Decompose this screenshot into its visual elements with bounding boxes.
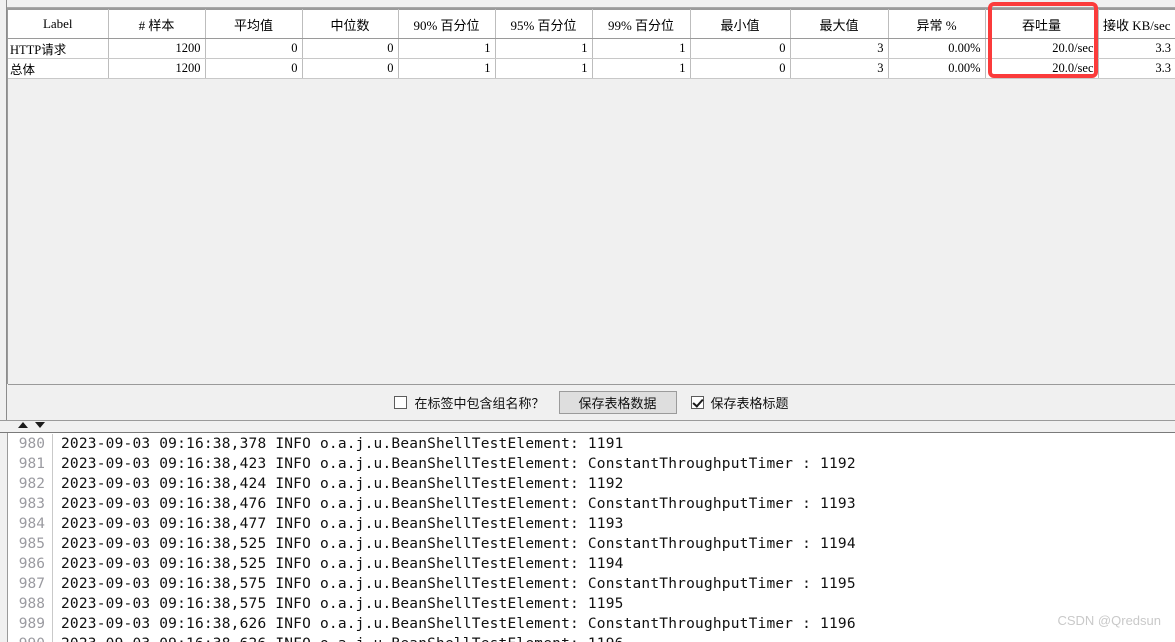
- cell-median: 0: [302, 58, 399, 79]
- column-header-average[interactable]: 平均值: [205, 9, 303, 39]
- cell-p99: 1: [592, 58, 691, 79]
- log-line-number: 984: [9, 514, 53, 534]
- watermark: CSDN @Qredsun: [1057, 613, 1161, 628]
- log-line: 985 2023-09-03 09:16:38,525 INFO o.a.j.u…: [9, 534, 1175, 554]
- triangle-up-icon[interactable]: [18, 422, 28, 428]
- column-header-max[interactable]: 最大值: [790, 9, 889, 39]
- log-line: 987 2023-09-03 09:16:38,575 INFO o.a.j.u…: [9, 574, 1175, 594]
- save-table-header-checkbox[interactable]: [690, 396, 704, 409]
- log-lines-container: 980 2023-09-03 09:16:38,378 INFO o.a.j.u…: [9, 433, 1175, 642]
- save-table-header-label: 保存表格标题: [710, 396, 789, 411]
- log-line-number: 988: [9, 594, 53, 614]
- table-header-row: Label # 样本 平均值 中位数 90% 百分位 95% 百分位 99% 百…: [8, 9, 1175, 39]
- column-header-error-pct[interactable]: 异常 %: [888, 9, 986, 39]
- log-line: 982 2023-09-03 09:16:38,424 INFO o.a.j.u…: [9, 474, 1175, 494]
- cell-p99: 1: [592, 38, 691, 59]
- window-left-edge: [0, 0, 7, 420]
- log-line-text: 2023-09-03 09:16:38,626 INFO o.a.j.u.Bea…: [61, 616, 856, 632]
- log-line: 989 2023-09-03 09:16:38,626 INFO o.a.j.u…: [9, 614, 1175, 634]
- log-line: 990 2023-09-03 09:16:38,626 INFO o.a.j.u…: [9, 634, 1175, 642]
- log-line: 984 2023-09-03 09:16:38,477 INFO o.a.j.u…: [9, 514, 1175, 534]
- log-line: 983 2023-09-03 09:16:38,476 INFO o.a.j.u…: [9, 494, 1175, 514]
- cell-p90: 1: [398, 58, 496, 79]
- splitter-handles: [18, 422, 45, 428]
- log-line-text: 2023-09-03 09:16:38,378 INFO o.a.j.u.Bea…: [61, 436, 624, 452]
- table-row[interactable]: HTTP请求 1200 0 0 1 1 1 0 3 0.00% 20.0/sec…: [8, 38, 1175, 59]
- table-row[interactable]: 总体 1200 0 0 1 1 1 0 3 0.00% 20.0/sec 3.3: [8, 58, 1175, 79]
- column-header-samples[interactable]: # 样本: [108, 9, 206, 39]
- log-line: 986 2023-09-03 09:16:38,525 INFO o.a.j.u…: [9, 554, 1175, 574]
- cell-label: HTTP请求: [8, 38, 109, 59]
- cell-samples: 1200: [108, 58, 206, 79]
- log-line-number: 985: [9, 534, 53, 554]
- include-group-name-checkbox[interactable]: [394, 396, 408, 409]
- log-line-number: 982: [9, 474, 53, 494]
- log-line-text: 2023-09-03 09:16:38,477 INFO o.a.j.u.Bea…: [61, 516, 624, 532]
- cell-throughput: 20.0/sec: [985, 58, 1099, 79]
- cell-samples: 1200: [108, 38, 206, 59]
- cell-p95: 1: [495, 38, 593, 59]
- cell-label: 总体: [8, 58, 109, 79]
- log-line-text: 2023-09-03 09:16:38,525 INFO o.a.j.u.Bea…: [61, 536, 856, 552]
- log-line-number: 980: [9, 434, 53, 454]
- log-line-number: 986: [9, 554, 53, 574]
- table-control-bar: 在标签中包含组名称？ 保存表格数据 保存表格标题: [8, 384, 1175, 420]
- cell-received-kb: 3.3: [1098, 38, 1175, 59]
- cell-max: 3: [790, 38, 889, 59]
- panel-splitter[interactable]: [0, 420, 1175, 433]
- log-line: 981 2023-09-03 09:16:38,423 INFO o.a.j.u…: [9, 454, 1175, 474]
- cell-p95: 1: [495, 58, 593, 79]
- log-line-text: 2023-09-03 09:16:38,575 INFO o.a.j.u.Bea…: [61, 576, 856, 592]
- cell-received-kb: 3.3: [1098, 58, 1175, 79]
- log-viewer[interactable]: 980 2023-09-03 09:16:38,378 INFO o.a.j.u…: [0, 433, 1175, 642]
- log-panel-left-edge: [0, 433, 8, 642]
- log-line-text: 2023-09-03 09:16:38,476 INFO o.a.j.u.Bea…: [61, 496, 856, 512]
- log-line: 988 2023-09-03 09:16:38,575 INFO o.a.j.u…: [9, 594, 1175, 614]
- log-line-number: 989: [9, 614, 53, 634]
- column-header-p90[interactable]: 90% 百分位: [398, 9, 496, 39]
- cell-throughput: 20.0/sec: [985, 38, 1099, 59]
- log-line-number: 981: [9, 454, 53, 474]
- column-header-median[interactable]: 中位数: [302, 9, 399, 39]
- column-header-p95[interactable]: 95% 百分位: [495, 9, 593, 39]
- cell-average: 0: [205, 58, 303, 79]
- cell-error-pct: 0.00%: [888, 38, 986, 59]
- app-root: Label # 样本 平均值 中位数 90% 百分位 95% 百分位 99% 百…: [0, 0, 1175, 642]
- log-line-number: 990: [9, 634, 53, 642]
- window-top-strip: [0, 0, 1175, 8]
- log-line-text: 2023-09-03 09:16:38,423 INFO o.a.j.u.Bea…: [61, 456, 856, 472]
- column-header-throughput[interactable]: 吞吐量: [985, 9, 1099, 39]
- column-header-received-kb[interactable]: 接收 KB/sec: [1098, 9, 1175, 39]
- save-table-data-button[interactable]: 保存表格数据: [558, 391, 677, 414]
- column-header-min[interactable]: 最小值: [690, 9, 791, 39]
- summary-report-table-container[interactable]: Label # 样本 平均值 中位数 90% 百分位 95% 百分位 99% 百…: [8, 9, 1175, 383]
- cell-error-pct: 0.00%: [888, 58, 986, 79]
- include-group-name-checkbox-row[interactable]: 在标签中包含组名称？: [394, 393, 545, 412]
- column-header-label[interactable]: Label: [8, 9, 109, 39]
- cell-min: 0: [690, 58, 791, 79]
- log-line-number: 983: [9, 494, 53, 514]
- column-header-p99[interactable]: 99% 百分位: [592, 9, 691, 39]
- cell-median: 0: [302, 38, 399, 59]
- log-line-number: 987: [9, 574, 53, 594]
- log-line-text: 2023-09-03 09:16:38,525 INFO o.a.j.u.Bea…: [61, 556, 624, 572]
- cell-average: 0: [205, 38, 303, 59]
- save-table-header-checkbox-row[interactable]: 保存表格标题: [690, 393, 789, 412]
- summary-report-table: Label # 样本 平均值 中位数 90% 百分位 95% 百分位 99% 百…: [8, 9, 1175, 79]
- log-line: 980 2023-09-03 09:16:38,378 INFO o.a.j.u…: [9, 434, 1175, 454]
- cell-min: 0: [690, 38, 791, 59]
- cell-max: 3: [790, 58, 889, 79]
- log-line-text: 2023-09-03 09:16:38,626 INFO o.a.j.u.Bea…: [53, 634, 624, 642]
- triangle-down-icon[interactable]: [35, 422, 45, 428]
- cell-p90: 1: [398, 38, 496, 59]
- include-group-name-label: 在标签中包含组名称？: [414, 396, 545, 411]
- log-line-text: 2023-09-03 09:16:38,424 INFO o.a.j.u.Bea…: [61, 476, 624, 492]
- log-line-text: 2023-09-03 09:16:38,575 INFO o.a.j.u.Bea…: [61, 596, 624, 612]
